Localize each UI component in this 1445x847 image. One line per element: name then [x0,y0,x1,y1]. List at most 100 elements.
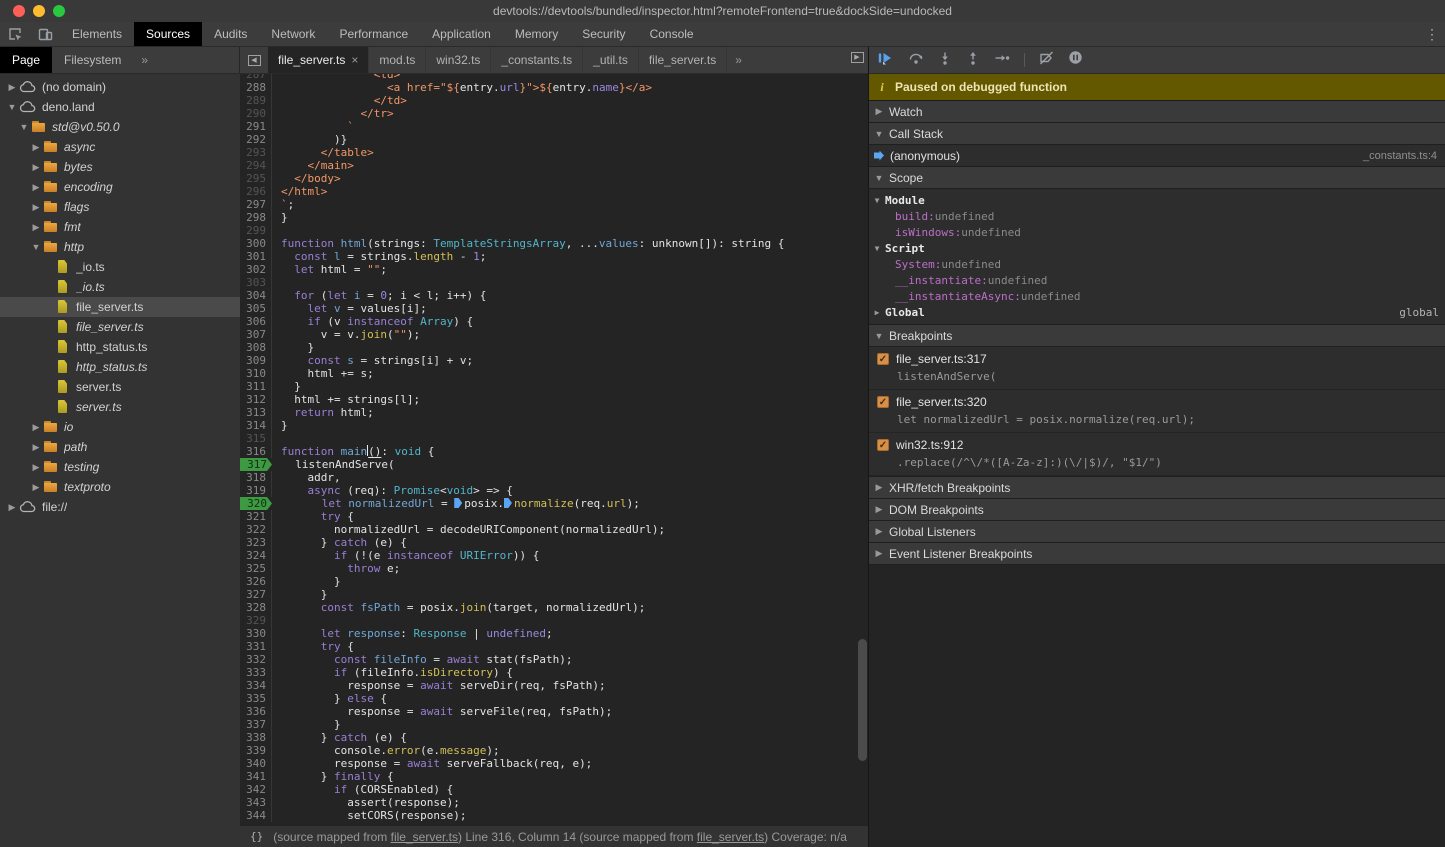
tab-application[interactable]: Application [420,22,503,46]
line-number[interactable]: 329 [240,614,272,627]
line-number[interactable]: 340 [240,757,272,770]
line-number[interactable]: 308 [240,341,272,354]
breakpoint-checkbox[interactable]: ✓ [877,396,889,408]
section-xhr-fetch-breakpoints[interactable]: ▶XHR/fetch Breakpoints [869,477,1445,499]
pretty-print-button[interactable]: {} [240,830,273,843]
code-line[interactable]: 308 } [240,341,868,354]
tree-expander-icon[interactable]: ▶ [30,222,42,233]
line-number[interactable]: 301 [240,250,272,263]
tab-sources[interactable]: Sources [134,22,202,46]
code-line[interactable]: 332 const fileInfo = await stat(fsPath); [240,653,868,666]
tree-item-fmt[interactable]: ▶fmt [0,217,240,237]
code-line[interactable]: 307 v = v.join(""); [240,328,868,341]
code-line[interactable]: 331 try { [240,640,868,653]
tree-expander-icon[interactable]: ▶ [30,422,42,433]
code-line[interactable]: 334 response = await serveDir(req, fsPat… [240,679,868,692]
code-line[interactable]: 326 } [240,575,868,588]
line-number[interactable]: 343 [240,796,272,809]
deactivate-breakpoints-icon[interactable] [1039,51,1054,70]
code-line[interactable]: 314} [240,419,868,432]
code-line[interactable]: 300function html(strings: TemplateString… [240,237,868,250]
breakpoint-entry[interactable]: ✓file_server.ts:317listenAndServe( [869,347,1445,390]
section-scope[interactable]: ▼ Scope [869,167,1445,189]
scope-property[interactable]: build: undefined [869,208,1445,224]
breakpoint-code-snippet[interactable]: listenAndServe( [897,370,1437,383]
sidebar-tab-filesystem[interactable]: Filesystem [52,47,133,73]
tree-item-std-v0-50-0[interactable]: ▼std@v0.50.0 [0,117,240,137]
line-number[interactable]: 302 [240,263,272,276]
line-number[interactable]: 291 [240,120,272,133]
breakpoint-line-number[interactable]: 320 [240,497,272,510]
line-number[interactable]: 338 [240,731,272,744]
line-number[interactable]: 327 [240,588,272,601]
code-line[interactable]: 309 const s = strings[i] + v; [240,354,868,367]
code-line[interactable]: 295 </body> [240,172,868,185]
scope-group-global[interactable]: ▶Globalglobal [869,304,1445,320]
breakpoint-checkbox[interactable]: ✓ [877,353,889,365]
line-number[interactable]: 322 [240,523,272,536]
code-line[interactable]: 324 if (!(e instanceof URIError)) { [240,549,868,562]
code-line[interactable]: 327 } [240,588,868,601]
code-line[interactable]: 338 } catch (e) { [240,731,868,744]
tree-item--no-domain-[interactable]: ▶(no domain) [0,77,240,97]
tab-network[interactable]: Network [259,22,327,46]
tree-expander-icon[interactable]: ▶ [30,442,42,453]
code-line[interactable]: 344 setCORS(response); [240,809,868,822]
tree-item--io-ts[interactable]: _io.ts [0,257,240,277]
code-line[interactable]: 318 addr, [240,471,868,484]
code-line[interactable]: 312 html += strings[l]; [240,393,868,406]
line-number[interactable]: 287 [240,74,272,81]
hide-navigator-icon[interactable]: ◀ [240,47,268,73]
code-line[interactable]: 289 </td> [240,94,868,107]
line-number[interactable]: 330 [240,627,272,640]
tree-expander-icon[interactable]: ▶ [30,162,42,173]
close-tab-icon[interactable]: × [351,53,358,67]
line-number[interactable]: 313 [240,406,272,419]
step-out-icon[interactable] [966,51,980,70]
tree-item--io-ts[interactable]: _io.ts [0,277,240,297]
tree-expander-icon[interactable]: ▶ [30,142,42,153]
line-number[interactable]: 332 [240,653,272,666]
tree-item-io[interactable]: ▶io [0,417,240,437]
code-line[interactable]: 321 try { [240,510,868,523]
tree-item-async[interactable]: ▶async [0,137,240,157]
code-line[interactable]: 298} [240,211,868,224]
tree-item-http[interactable]: ▼http [0,237,240,257]
source-code-editor[interactable]: 287 <td>288 <a href="${entry.url}">${ent… [240,74,868,825]
line-number[interactable]: 324 [240,549,272,562]
line-number[interactable]: 310 [240,367,272,380]
code-line[interactable]: 330 let response: Response | undefined; [240,627,868,640]
code-line[interactable]: 328 const fsPath = posix.join(target, no… [240,601,868,614]
line-number[interactable]: 300 [240,237,272,250]
line-number[interactable]: 331 [240,640,272,653]
line-number[interactable]: 290 [240,107,272,120]
section-global-listeners[interactable]: ▶Global Listeners [869,521,1445,543]
code-line[interactable]: 287 <td> [240,74,868,81]
code-line[interactable]: 319 async (req): Promise<void> => { [240,484,868,497]
editor-more-tabs-icon[interactable]: » [727,47,750,73]
editor-tab[interactable]: _util.ts [583,47,639,73]
code-line[interactable]: 292 )} [240,133,868,146]
code-line[interactable]: 301 const l = strings.length - 1; [240,250,868,263]
line-number[interactable]: 318 [240,471,272,484]
resume-script-icon[interactable] [877,51,894,70]
code-line[interactable]: 339 console.error(e.message); [240,744,868,757]
editor-tab[interactable]: file_server.ts× [268,47,369,73]
tree-expander-icon[interactable]: ▼ [18,122,30,132]
chevron-down-icon[interactable]: ▼ [869,244,885,253]
code-line[interactable]: 299 [240,224,868,237]
line-number[interactable]: 321 [240,510,272,523]
code-line[interactable]: 316function main(): void { [240,445,868,458]
tab-audits[interactable]: Audits [202,22,259,46]
step-over-icon[interactable] [908,51,924,70]
code-line[interactable]: 336 response = await serveFile(req, fsPa… [240,705,868,718]
editor-tab[interactable]: file_server.ts [639,47,727,73]
code-line[interactable]: 313 return html; [240,406,868,419]
line-number[interactable]: 296 [240,185,272,198]
source-map-link[interactable]: file_server.ts [697,830,764,844]
line-number[interactable]: 294 [240,159,272,172]
breakpoint-code-snippet[interactable]: .replace(/^\/*([A-Za-z]:)(\/|$)/, "$1/") [897,456,1437,469]
scope-group-script[interactable]: ▼Script [869,240,1445,256]
line-number[interactable]: 316 [240,445,272,458]
line-number[interactable]: 307 [240,328,272,341]
